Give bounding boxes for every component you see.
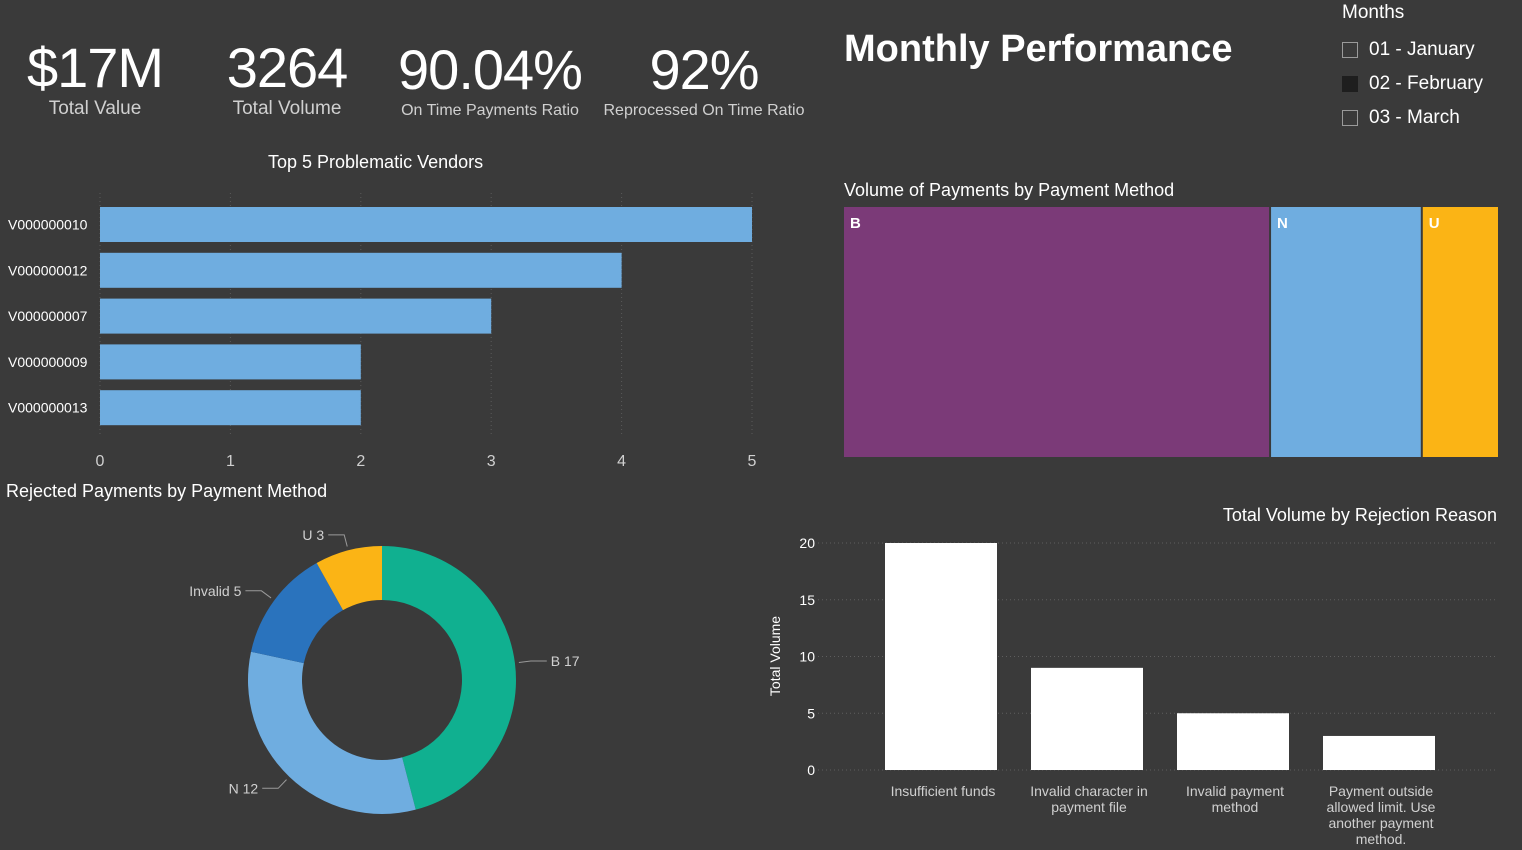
data-label: N 12 (229, 780, 259, 796)
checkbox-checked-icon[interactable] (1342, 76, 1358, 92)
donut-title: Rejected Payments by Payment Method (6, 481, 328, 501)
x-tick-label: another payment (1328, 815, 1433, 831)
slicer-option-label: 02 - February (1369, 73, 1484, 94)
x-tick-label: 3 (487, 453, 496, 470)
data-label: B 17 (551, 653, 580, 669)
bar (1031, 667, 1143, 770)
bar (100, 207, 752, 242)
x-tick-label: 0 (96, 453, 105, 470)
payment-method-treemap: BNU (844, 207, 1498, 457)
x-tick-label: method (1212, 799, 1259, 815)
checkbox-icon[interactable] (1342, 42, 1358, 58)
donut-slice (248, 651, 416, 814)
x-tick-label: 1 (226, 453, 235, 470)
kpi-label: Total Volume (232, 98, 342, 119)
bar (885, 543, 997, 770)
treemap-tile (844, 207, 1270, 457)
slicer-option-label: 03 - March (1369, 107, 1460, 128)
rejection-chart-title: Total Volume by Rejection Reason (1222, 505, 1497, 525)
kpi-value: 92% (649, 38, 759, 101)
treemap-tile (1271, 207, 1421, 457)
y-tick-label: V000000009 (8, 354, 88, 370)
data-label: U 3 (302, 527, 324, 543)
data-label: Invalid 5 (189, 583, 241, 599)
x-tick-label: 2 (356, 453, 365, 470)
bar (1323, 735, 1435, 770)
slicer-option-january[interactable]: 01 - January (1342, 33, 1483, 67)
x-tick-label: 4 (617, 453, 626, 470)
y-tick-label: 20 (799, 535, 815, 551)
leader-line (518, 660, 547, 663)
kpi-total-value: $17M Total Value (10, 38, 180, 120)
y-tick-label: V000000013 (8, 400, 88, 416)
y-tick-label: 0 (807, 762, 815, 778)
bar (100, 390, 361, 426)
slicer-option-label: 01 - January (1369, 39, 1475, 60)
bar (100, 252, 622, 288)
kpi-label: Total Value (48, 98, 142, 119)
x-tick-label: method. (1356, 831, 1407, 847)
kpi-label: On Time Payments Ratio (401, 102, 579, 119)
slicer-option-february[interactable]: 02 - February (1342, 67, 1483, 101)
treemap-tile (1422, 207, 1498, 457)
leader-line (328, 534, 348, 547)
x-tick-label: Invalid payment (1186, 783, 1284, 799)
x-tick-label: allowed limit. Use (1327, 799, 1436, 815)
kpi-on-time-ratio: 90.04% On Time Payments Ratio (385, 40, 595, 122)
x-tick-label: Insufficient funds (891, 783, 996, 799)
treemap-label: B (850, 215, 861, 232)
x-tick-label: Invalid character in (1030, 783, 1148, 799)
vendors-chart-title: Top 5 Problematic Vendors (268, 152, 484, 172)
y-tick-label: 5 (807, 705, 815, 721)
kpi-value: 3264 (226, 36, 349, 99)
rejection-reason-bar-chart: 0 5 10 15 20 Total Volume Insufficient funds In… (767, 535, 1498, 847)
kpi-value: $17M (26, 36, 164, 99)
leader-line (245, 590, 272, 599)
y-tick-label: 10 (799, 649, 815, 665)
checkbox-icon[interactable] (1342, 110, 1358, 126)
leader-line (262, 779, 287, 789)
bar (100, 344, 361, 380)
slicer-option-march[interactable]: 03 - March (1342, 101, 1483, 135)
y-axis-title: Total Volume (767, 616, 783, 696)
rejected-payments-donut: B 17 N 12 Invalid 5 U 3 (189, 527, 580, 814)
x-tick-label: payment file (1051, 799, 1127, 815)
slicer-header: Months (1342, 2, 1405, 23)
bar (100, 298, 492, 334)
treemap-title: Volume of Payments by Payment Method (844, 180, 1175, 200)
y-tick-label: V000000010 (8, 217, 88, 233)
x-tick-label: 5 (748, 453, 757, 470)
kpi-value: 90.04% (398, 38, 583, 101)
treemap-label: U (1429, 215, 1440, 232)
treemap-label: N (1277, 215, 1288, 232)
x-tick-label: Payment outside (1329, 783, 1433, 799)
kpi-reprocessed-ratio: 92% Reprocessed On Time Ratio (598, 40, 810, 122)
kpi-label: Reprocessed On Time Ratio (603, 102, 805, 119)
y-tick-label: 15 (799, 592, 815, 608)
vendors-bar-chart: 0 1 2 3 4 5 V000000010 V000000012 V000000007 V000… (8, 193, 757, 470)
bar (1177, 713, 1289, 770)
y-tick-label: V000000007 (8, 308, 88, 324)
months-slicer: Months 01 - January 02 - February 03 - M… (1342, 2, 1483, 135)
y-tick-label: V000000012 (8, 262, 88, 278)
page-title: Monthly Performance (844, 28, 1233, 70)
kpi-total-volume: 3264 Total Volume (202, 38, 372, 120)
